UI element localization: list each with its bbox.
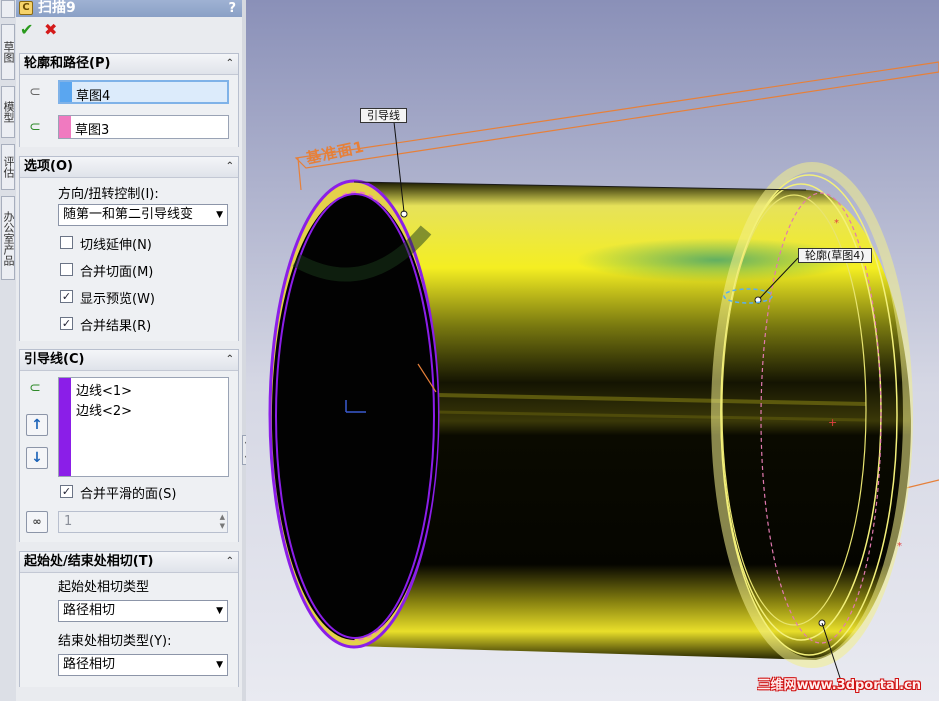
chevron-down-icon: ▼ (213, 601, 223, 621)
sweep-feature-icon: C (19, 1, 33, 15)
svg-text:*: * (834, 218, 839, 229)
group-options: 选项(O) ⌃ 方向/扭转控制(I): 随第一和第二引导线变 ▼ 切线延伸(N)… (19, 156, 239, 341)
tab-top[interactable] (1, 0, 15, 18)
profile-selection-box[interactable]: 草图4 (58, 80, 229, 104)
glasses-icon: ∞ (32, 515, 42, 528)
x-icon: ✖ (44, 20, 58, 39)
help-button[interactable]: ? (228, 0, 236, 17)
start-tangency-dropdown[interactable]: 路径相切 ▼ (58, 600, 228, 622)
list-item[interactable]: 边线<2> (76, 400, 132, 419)
arrow-up-icon: ↑ (31, 417, 43, 433)
merge-result-checkbox[interactable]: ✓ (60, 317, 73, 330)
group-header[interactable]: 选项(O) ⌃ (20, 157, 238, 178)
move-up-button[interactable]: ↑ (26, 414, 48, 436)
group-header[interactable]: 起始处/结束处相切(T) ⌃ (20, 552, 238, 573)
path-selection-box[interactable]: 草图3 (58, 115, 229, 139)
start-tangency-label: 起始处相切类型 (58, 580, 150, 595)
section-spin-input[interactable]: 1 ▲ ▼ (58, 511, 228, 533)
collapse-icon[interactable]: ⌃ (226, 552, 234, 572)
group-header[interactable]: 引导线(C) ⌃ (20, 350, 238, 371)
list-item[interactable]: 边线<1> (76, 380, 132, 399)
cancel-button[interactable]: ✖ (44, 21, 57, 39)
end-tangency-dropdown[interactable]: 路径相切 ▼ (58, 654, 228, 676)
orientation-label: 方向/扭转控制(I): (58, 187, 159, 202)
guide-curves-list[interactable]: 边线<1> 边线<2> (58, 377, 229, 477)
check-icon: ✔ (20, 20, 34, 39)
orientation-dropdown[interactable]: 随第一和第二引导线变 ▼ (58, 204, 228, 226)
tab-evaluate[interactable]: 评估 (1, 144, 15, 190)
vertical-tab-strip: 草图 模型 评估 办公室产品 (0, 0, 17, 701)
merge-smooth-faces-checkbox[interactable]: ✓ (60, 485, 73, 498)
guide-color-swatch (59, 378, 71, 476)
model-view: + * * (246, 0, 939, 701)
path-icon: ⊂ (29, 119, 41, 135)
collapse-icon[interactable]: ⌃ (226, 350, 234, 370)
svg-text:+: + (828, 416, 837, 429)
group-header[interactable]: 轮廓和路径(P) ⌃ (20, 54, 238, 75)
tab-sketch[interactable]: 草图 (1, 24, 15, 80)
merge-tangent-faces-checkbox[interactable] (60, 263, 73, 276)
end-tangency-label: 结束处相切类型(Y): (58, 634, 172, 649)
ok-button[interactable]: ✔ (20, 21, 33, 39)
pm-title: 扫描9 (38, 0, 76, 16)
group-guide-curves: 引导线(C) ⌃ ⊂ 边线<1> 边线<2> ↑ ↓ ✓ 合并平滑的面(S) ∞… (19, 349, 239, 542)
pm-title-bar: C 扫描9 ? (16, 0, 242, 17)
tab-office-products[interactable]: 办公室产品 (1, 196, 15, 280)
group-profile-path: 轮廓和路径(P) ⌃ ⊂ 草图4 ⊂ 草图3 (19, 53, 239, 147)
collapse-icon[interactable]: ⌃ (226, 157, 234, 177)
guide-callout[interactable]: 引导线 (360, 108, 407, 123)
profile-color-swatch (60, 82, 72, 102)
show-sections-button[interactable]: ∞ (26, 511, 48, 533)
show-preview-checkbox[interactable]: ✓ (60, 290, 73, 303)
spin-arrows-icon[interactable]: ▲ ▼ (220, 513, 225, 531)
path-color-swatch (59, 116, 71, 138)
guide-curve-icon: ⊂ (29, 380, 41, 396)
profile-icon: ⊂ (29, 84, 41, 100)
collapse-icon[interactable]: ⌃ (226, 54, 234, 74)
graphics-viewport[interactable]: + * * 基准面1 引导线 轮廓(草图4) 三维网www.3dportal.c… (246, 0, 939, 701)
profile-callout[interactable]: 轮廓(草图4) (798, 248, 872, 263)
chevron-down-icon: ▼ (213, 205, 223, 225)
arrow-down-icon: ↓ (31, 450, 43, 466)
watermark-logo: 三维网www.3dportal.cn (757, 678, 921, 693)
chevron-down-icon: ▼ (213, 655, 223, 675)
group-tangency: 起始处/结束处相切(T) ⌃ 起始处相切类型 路径相切 ▼ 结束处相切类型(Y)… (19, 551, 239, 687)
tab-model[interactable]: 模型 (1, 86, 15, 138)
move-down-button[interactable]: ↓ (26, 447, 48, 469)
tangent-extension-checkbox[interactable] (60, 236, 73, 249)
svg-text:*: * (897, 541, 902, 552)
property-manager: C 扫描9 ? ✔ ✖ 轮廓和路径(P) ⌃ ⊂ 草图4 ⊂ 草图3 选项(O)… (16, 0, 243, 701)
